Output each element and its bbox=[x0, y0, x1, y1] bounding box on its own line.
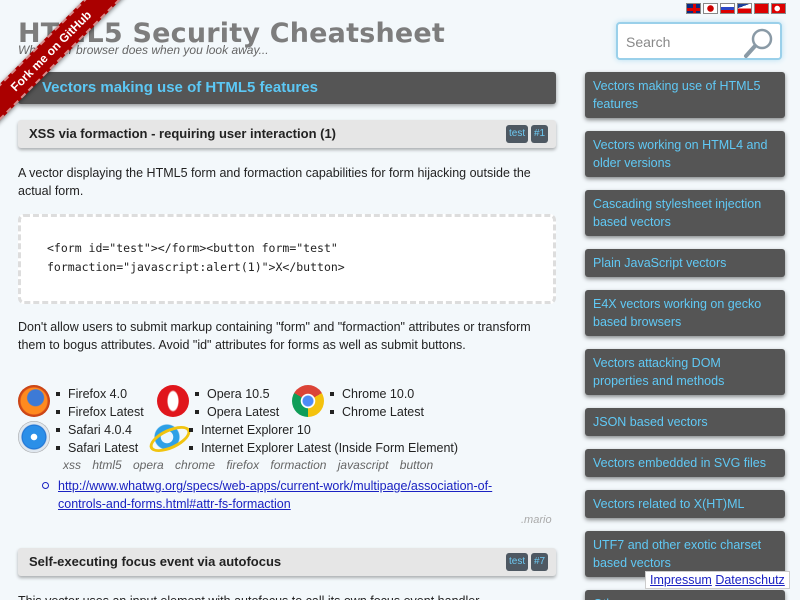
github-ribbon-wrap: Fork me on GitHub bbox=[0, 0, 150, 150]
author-credit: .mario bbox=[521, 514, 552, 526]
test-tag[interactable]: test bbox=[506, 553, 529, 571]
keyword-tags: xss html5 opera chrome firefox formactio… bbox=[63, 458, 434, 472]
browser-version: Opera 10.5 bbox=[194, 385, 279, 403]
browser-version: Internet Explorer 10 bbox=[188, 421, 458, 439]
sidebar-item-json[interactable]: JSON based vectors bbox=[585, 408, 785, 436]
list-bullet-icon bbox=[42, 482, 49, 489]
main-content: Vectors making use of HTML5 features XSS… bbox=[18, 72, 558, 600]
browser-version: Chrome Latest bbox=[330, 405, 424, 419]
browser-opera: Opera 10.5 Opera Latest bbox=[157, 385, 279, 421]
browser-version: Firefox 4.0 bbox=[56, 385, 144, 403]
flag-turkish-icon[interactable] bbox=[771, 3, 786, 14]
firefox-icon bbox=[18, 385, 50, 417]
footer-links: Impressum Datenschutz bbox=[645, 571, 790, 589]
code-line: formaction="javascript:alert(1)">X</butt… bbox=[47, 260, 345, 274]
sidebar-item-html4[interactable]: Vectors working on HTML4 and older versi… bbox=[585, 131, 785, 177]
sidebar-item-javascript[interactable]: Plain JavaScript vectors bbox=[585, 249, 785, 277]
opera-icon bbox=[157, 385, 189, 417]
vector-description: This vector uses an input element with a… bbox=[18, 592, 556, 600]
reference-link-line2[interactable]: controls-and-forms.html#attr-fs-formacti… bbox=[58, 497, 291, 511]
vector-id-tag[interactable]: #1 bbox=[531, 125, 549, 143]
vector-title[interactable]: Self-executing focus event via autofocus bbox=[29, 554, 281, 569]
browser-version: Safari 4.0.4 bbox=[55, 421, 138, 439]
internet-explorer-icon bbox=[151, 421, 183, 453]
sidebar-item-e4x[interactable]: E4X vectors working on gecko based brows… bbox=[585, 290, 785, 336]
reference-link[interactable]: http://www.whatwg.org/specs/web-apps/cur… bbox=[58, 477, 548, 513]
sidebar-item-svg[interactable]: Vectors embedded in SVG files bbox=[585, 449, 785, 477]
browser-version: Safari Latest bbox=[55, 441, 139, 455]
browser-version: Firefox Latest bbox=[56, 405, 144, 419]
browser-firefox: Firefox 4.0 Firefox Latest bbox=[18, 385, 144, 421]
sidebar-item-xhtml[interactable]: Vectors related to X(HT)ML bbox=[585, 490, 785, 518]
fork-github-ribbon[interactable]: Fork me on GitHub bbox=[0, 0, 128, 128]
flag-czech-icon[interactable] bbox=[737, 3, 752, 14]
flag-english-icon[interactable] bbox=[686, 3, 701, 14]
browser-chrome: Chrome 10.0 Chrome Latest bbox=[292, 385, 424, 421]
datenschutz-link[interactable]: Datenschutz bbox=[715, 573, 784, 587]
flag-japanese-icon[interactable] bbox=[703, 3, 718, 14]
search-input[interactable] bbox=[626, 32, 746, 52]
browser-version: Opera Latest bbox=[194, 405, 280, 419]
vector-id-tag[interactable]: #7 bbox=[531, 553, 549, 571]
flag-chinese-icon[interactable] bbox=[754, 3, 769, 14]
chrome-icon bbox=[292, 385, 324, 417]
sidebar-item-dom[interactable]: Vectors attacking DOM properties and met… bbox=[585, 349, 785, 395]
reference-link-line1[interactable]: http://www.whatwg.org/specs/web-apps/cur… bbox=[58, 479, 492, 493]
test-tag[interactable]: test bbox=[506, 125, 529, 143]
sidebar-item-css[interactable]: Cascading stylesheet injection based vec… bbox=[585, 190, 785, 236]
search-icon[interactable] bbox=[742, 26, 776, 60]
browser-ie: Internet Explorer 10 Internet Explorer L… bbox=[151, 421, 458, 457]
language-flags bbox=[686, 3, 786, 14]
browser-version: Internet Explorer Latest (Inside Form El… bbox=[188, 441, 459, 455]
flag-russian-icon[interactable] bbox=[720, 3, 735, 14]
sidebar-item-html5[interactable]: Vectors making use of HTML5 features bbox=[585, 72, 785, 118]
impressum-link[interactable]: Impressum bbox=[650, 573, 712, 587]
search-box bbox=[616, 22, 782, 60]
vector-header[interactable]: Self-executing focus event via autofocus… bbox=[18, 548, 556, 576]
vector-advice: Don't allow users to submit markup conta… bbox=[18, 320, 531, 352]
vector-description: A vector displaying the HTML5 form and f… bbox=[18, 166, 531, 198]
code-block: <form id="test"></form><button form="tes… bbox=[18, 214, 556, 304]
code-line: <form id="test"></form><button form="tes… bbox=[47, 241, 338, 255]
browser-version: Chrome 10.0 bbox=[330, 385, 424, 403]
safari-icon bbox=[18, 421, 50, 453]
sidebar-item-other[interactable]: Other bbox=[585, 590, 785, 600]
browser-safari: Safari 4.0.4 Safari Latest bbox=[18, 421, 138, 457]
